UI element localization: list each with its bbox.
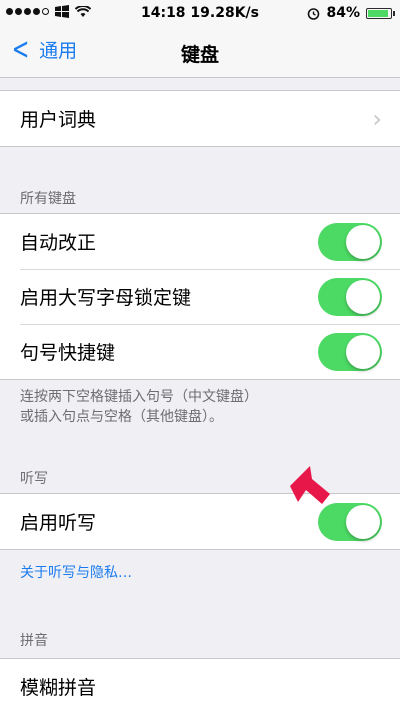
footer-line-1: 连按两下空格键插入句号（中文键盘）	[20, 389, 258, 405]
status-right: 84%	[307, 5, 395, 21]
group-all-keyboards: 自动改正 启用大写字母锁定键 句号快捷键	[0, 213, 400, 380]
toggle-knob	[346, 279, 380, 314]
battery-icon	[366, 7, 395, 19]
auto-correct-label: 自动改正	[20, 232, 97, 254]
fuzzy-pinyin-row[interactable]: 模糊拼音	[0, 659, 400, 714]
page-title: 键盘	[180, 44, 219, 66]
user-dictionary-row[interactable]: 用户词典 ›	[0, 91, 400, 146]
section-header-dictation: 听写	[20, 471, 48, 487]
period-shortcut-toggle[interactable]	[318, 332, 382, 371]
period-shortcut-footer: 连按两下空格键插入句号（中文键盘） 或插入句点与空格（其他键盘）。	[20, 387, 258, 427]
dictation-privacy-link[interactable]: 关于听写与隐私…	[20, 562, 132, 582]
toggle-knob	[346, 504, 380, 539]
caps-lock-row: 启用大写字母锁定键	[0, 269, 400, 324]
section-header-all-keyboards: 所有键盘	[20, 191, 76, 207]
annotation-arrow-icon	[290, 466, 330, 504]
user-dictionary-label: 用户词典	[20, 109, 97, 131]
toggle-knob	[346, 334, 380, 369]
chevron-right-icon: ›	[372, 104, 382, 133]
period-shortcut-label: 句号快捷键	[20, 342, 116, 364]
fuzzy-pinyin-label: 模糊拼音	[20, 677, 97, 699]
navigation-bar: < 通用 键盘	[0, 26, 400, 78]
section-header-pinyin: 拼音	[20, 633, 48, 649]
battery-percent: 84%	[326, 5, 360, 21]
alarm-clock-icon	[308, 7, 320, 20]
toggle-knob	[346, 224, 380, 259]
footer-line-2: 或插入句点与空格（其他键盘）。	[20, 409, 223, 425]
group-pinyin: 模糊拼音	[0, 658, 400, 714]
battery-fill	[368, 9, 389, 17]
status-bar: 14:18 19.28K/s 84%	[0, 0, 400, 26]
group-user-dictionary: 用户词典 ›	[0, 90, 400, 147]
period-shortcut-row: 句号快捷键	[0, 324, 400, 379]
group-dictation: 启用听写	[0, 493, 400, 550]
caps-lock-label: 启用大写字母锁定键	[20, 287, 192, 309]
caps-lock-toggle[interactable]	[318, 277, 382, 316]
enable-dictation-label: 启用听写	[20, 512, 97, 534]
auto-correct-toggle[interactable]	[318, 222, 382, 261]
enable-dictation-row: 启用听写	[0, 494, 400, 549]
auto-correct-row: 自动改正	[0, 214, 400, 269]
